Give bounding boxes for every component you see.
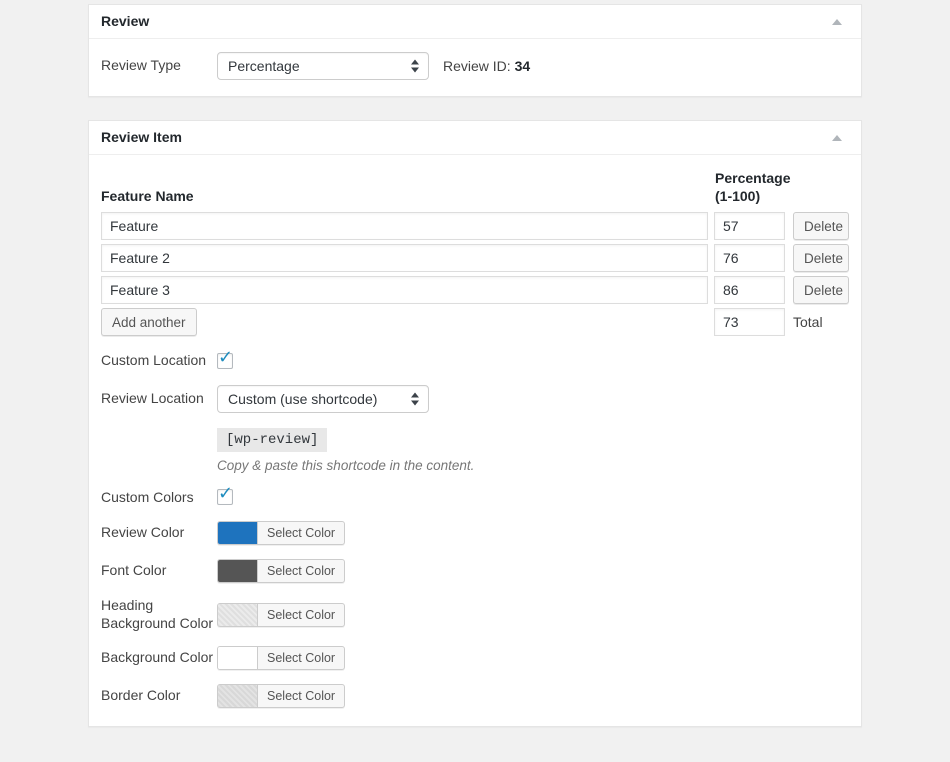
color-swatch — [218, 522, 258, 544]
meta-boxes-column: Review Review Type Percentage Review ID:… — [88, 4, 862, 762]
review-type-selected-value: Percentage — [228, 58, 300, 74]
select-color-label: Select Color — [258, 685, 344, 707]
total-input[interactable] — [714, 308, 785, 336]
select-color-label: Select Color — [258, 604, 344, 626]
feature-name-header: Feature Name — [101, 188, 715, 206]
review-panel-collapse-button[interactable] — [825, 10, 849, 34]
total-label: Total — [793, 314, 849, 330]
collapse-triangle-icon — [832, 135, 842, 141]
percentage-header: Percentage (1-100) — [715, 170, 849, 205]
select-color-label: Select Color — [258, 647, 344, 669]
review-id-value: 34 — [515, 58, 531, 74]
custom-location-checkbox[interactable]: ✓ — [217, 353, 233, 369]
review-panel: Review Review Type Percentage Review ID:… — [88, 4, 862, 97]
review-item-panel-header: Review Item — [89, 121, 861, 155]
review-id-text: Review ID: 34 — [443, 58, 530, 74]
check-icon: ✓ — [218, 484, 233, 502]
feature-row: Delete — [101, 244, 849, 272]
select-stepper-icon — [411, 392, 419, 405]
delete-button[interactable]: Delete — [793, 244, 849, 272]
background-color-picker-button[interactable]: Select Color — [217, 646, 345, 670]
color-swatch — [218, 604, 258, 626]
color-swatch — [218, 685, 258, 707]
review-type-label: Review Type — [101, 57, 217, 75]
select-color-label: Select Color — [258, 560, 344, 582]
shortcode-box: [wp-review] — [217, 428, 327, 452]
border-color-picker-button[interactable]: Select Color — [217, 684, 345, 708]
feature-percentage-input[interactable] — [714, 276, 785, 304]
feature-percentage-input[interactable] — [714, 244, 785, 272]
shortcode-hint: Copy & paste this shortcode in the conte… — [217, 458, 474, 473]
color-label: Border Color — [101, 687, 217, 705]
feature-name-input[interactable] — [101, 212, 708, 240]
custom-location-label: Custom Location — [101, 352, 217, 370]
review-item-panel-collapse-button[interactable] — [825, 126, 849, 150]
feature-percentage-input[interactable] — [714, 212, 785, 240]
review-item-panel-body: Feature Name Percentage (1-100) Delete D… — [89, 155, 861, 726]
delete-button[interactable]: Delete — [793, 212, 849, 240]
custom-colors-checkbox[interactable]: ✓ — [217, 489, 233, 505]
review-location-label: Review Location — [101, 390, 217, 408]
review-id-label: Review ID: — [443, 58, 511, 74]
feature-name-input[interactable] — [101, 276, 708, 304]
color-label: Heading Background Color — [101, 597, 217, 632]
color-label: Background Color — [101, 649, 217, 667]
review-item-panel: Review Item Feature Name Percentage (1-1… — [88, 120, 862, 727]
review-color-picker-button[interactable]: Select Color — [217, 521, 345, 545]
review-panel-title: Review — [101, 12, 149, 32]
review-panel-header: Review — [89, 5, 861, 39]
review-type-select[interactable]: Percentage — [217, 52, 429, 80]
review-panel-body: Review Type Percentage Review ID: 34 — [89, 39, 861, 96]
heading-background-color-picker-button[interactable]: Select Color — [217, 603, 345, 627]
add-another-button[interactable]: Add another — [101, 308, 197, 336]
color-swatch — [218, 560, 258, 582]
feature-name-input[interactable] — [101, 244, 708, 272]
feature-table: Feature Name Percentage (1-100) Delete D… — [101, 170, 849, 336]
review-item-panel-title: Review Item — [101, 128, 182, 148]
select-color-label: Select Color — [258, 522, 344, 544]
custom-colors-label: Custom Colors — [101, 489, 217, 507]
feature-table-footer: Add another Total — [101, 308, 849, 336]
color-label: Font Color — [101, 562, 217, 580]
collapse-triangle-icon — [832, 19, 842, 25]
check-icon: ✓ — [218, 348, 233, 366]
color-label: Review Color — [101, 524, 217, 542]
select-stepper-icon — [411, 60, 419, 73]
feature-row: Delete — [101, 212, 849, 240]
color-swatch — [218, 647, 258, 669]
feature-row: Delete — [101, 276, 849, 304]
feature-table-header: Feature Name Percentage (1-100) — [101, 170, 849, 205]
review-location-selected-value: Custom (use shortcode) — [228, 391, 377, 407]
review-location-select[interactable]: Custom (use shortcode) — [217, 385, 429, 413]
delete-button[interactable]: Delete — [793, 276, 849, 304]
font-color-picker-button[interactable]: Select Color — [217, 559, 345, 583]
